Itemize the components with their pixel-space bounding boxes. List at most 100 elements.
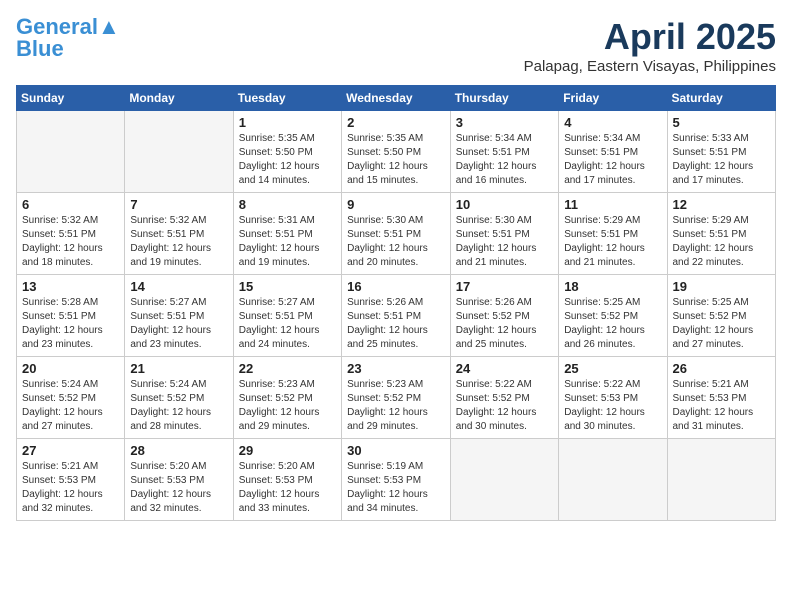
calendar-cell bbox=[125, 111, 233, 193]
calendar-cell: 5 Sunrise: 5:33 AMSunset: 5:51 PMDaylight… bbox=[667, 111, 776, 193]
calendar-cell: 10Sunrise: 5:30 AMSunset: 5:51 PMDayligh… bbox=[450, 193, 558, 275]
day-number: 21 bbox=[130, 361, 227, 376]
day-number: 11 bbox=[564, 197, 661, 212]
calendar-cell: 27 Sunrise: 5:21 AMSunset: 5:53 PMDayligh… bbox=[17, 439, 125, 521]
calendar-cell: 4 Sunrise: 5:34 AMSunset: 5:51 PMDaylight… bbox=[559, 111, 667, 193]
day-info: Sunrise: 5:35 AMSunset: 5:50 PMDaylight:… bbox=[347, 132, 445, 188]
calendar-cell: 11 Sunrise: 5:29 AMSunset: 5:51 PMDayligh… bbox=[559, 193, 667, 275]
calendar-cell: 14 Sunrise: 5:27 AMSunset: 5:51 PMDayligh… bbox=[125, 275, 233, 357]
calendar-cell: 1Sunrise: 5:35 AMSunset: 5:50 PMDaylight… bbox=[233, 111, 341, 193]
day-info: Sunrise: 5:23 AMSunset: 5:52 PMDaylight:… bbox=[347, 378, 445, 434]
calendar-cell: 24 Sunrise: 5:22 AMSunset: 5:52 PMDayligh… bbox=[450, 357, 558, 439]
day-number: 7 bbox=[130, 197, 227, 212]
day-number: 24 bbox=[456, 361, 553, 376]
day-info: Sunrise: 5:33 AMSunset: 5:51 PMDaylight:… bbox=[673, 132, 771, 188]
calendar-table: SundayMondayTuesdayWednesdayThursdayFrid… bbox=[16, 85, 776, 521]
calendar-cell: 13 Sunrise: 5:28 AMSunset: 5:51 PMDayligh… bbox=[17, 275, 125, 357]
location-title: Palapag, Eastern Visayas, Philippines bbox=[524, 58, 776, 75]
day-info: Sunrise: 5:24 AMSunset: 5:52 PMDaylight:… bbox=[130, 378, 227, 434]
day-number: 3 bbox=[456, 115, 553, 130]
day-info: Sunrise: 5:26 AMSunset: 5:52 PMDaylight:… bbox=[456, 296, 553, 352]
calendar-cell: 30Sunrise: 5:19 AMSunset: 5:53 PMDayligh… bbox=[342, 439, 451, 521]
day-info: Sunrise: 5:20 AMSunset: 5:53 PMDaylight:… bbox=[130, 460, 227, 516]
title-area: April 2025 Palapag, Eastern Visayas, Phi… bbox=[524, 16, 776, 75]
calendar-cell bbox=[17, 111, 125, 193]
calendar-cell: 17 Sunrise: 5:26 AMSunset: 5:52 PMDayligh… bbox=[450, 275, 558, 357]
day-number: 27 bbox=[22, 443, 119, 458]
calendar-cell bbox=[667, 439, 776, 521]
calendar-cell: 22Sunrise: 5:23 AMSunset: 5:52 PMDayligh… bbox=[233, 357, 341, 439]
weekday-header: Saturday bbox=[667, 86, 776, 111]
weekday-header: Sunday bbox=[17, 86, 125, 111]
day-info: Sunrise: 5:27 AMSunset: 5:51 PMDaylight:… bbox=[239, 296, 336, 352]
day-info: Sunrise: 5:30 AMSunset: 5:51 PMDaylight:… bbox=[456, 214, 553, 270]
day-number: 25 bbox=[564, 361, 661, 376]
day-info: Sunrise: 5:34 AMSunset: 5:51 PMDaylight:… bbox=[564, 132, 661, 188]
calendar-cell: 28 Sunrise: 5:20 AMSunset: 5:53 PMDayligh… bbox=[125, 439, 233, 521]
logo-blue-text: Blue bbox=[16, 36, 64, 61]
day-number: 4 bbox=[564, 115, 661, 130]
day-number: 9 bbox=[347, 197, 445, 212]
day-number: 28 bbox=[130, 443, 227, 458]
page-header: General▲ Blue April 2025 Palapag, Easter… bbox=[16, 16, 776, 75]
day-number: 5 bbox=[673, 115, 771, 130]
calendar-week-row: 27 Sunrise: 5:21 AMSunset: 5:53 PMDayligh… bbox=[17, 439, 776, 521]
day-info: Sunrise: 5:20 AMSunset: 5:53 PMDaylight:… bbox=[239, 460, 336, 516]
logo-text: General▲ Blue bbox=[16, 16, 120, 60]
day-number: 6 bbox=[22, 197, 119, 212]
calendar-cell: 23 Sunrise: 5:23 AMSunset: 5:52 PMDayligh… bbox=[342, 357, 451, 439]
day-info: Sunrise: 5:34 AMSunset: 5:51 PMDaylight:… bbox=[456, 132, 553, 188]
logo: General▲ Blue bbox=[16, 16, 120, 60]
calendar-week-row: 6Sunrise: 5:32 AMSunset: 5:51 PMDaylight… bbox=[17, 193, 776, 275]
day-info: Sunrise: 5:35 AMSunset: 5:50 PMDaylight:… bbox=[239, 132, 336, 188]
calendar-cell: 8 Sunrise: 5:31 AMSunset: 5:51 PMDaylight… bbox=[233, 193, 341, 275]
day-number: 2 bbox=[347, 115, 445, 130]
day-info: Sunrise: 5:29 AMSunset: 5:51 PMDaylight:… bbox=[564, 214, 661, 270]
day-info: Sunrise: 5:25 AMSunset: 5:52 PMDaylight:… bbox=[673, 296, 771, 352]
day-info: Sunrise: 5:24 AMSunset: 5:52 PMDaylight:… bbox=[22, 378, 119, 434]
calendar-week-row: 20Sunrise: 5:24 AMSunset: 5:52 PMDayligh… bbox=[17, 357, 776, 439]
day-number: 16 bbox=[347, 279, 445, 294]
day-number: 8 bbox=[239, 197, 336, 212]
calendar-cell: 3 Sunrise: 5:34 AMSunset: 5:51 PMDaylight… bbox=[450, 111, 558, 193]
day-number: 14 bbox=[130, 279, 227, 294]
day-info: Sunrise: 5:28 AMSunset: 5:51 PMDaylight:… bbox=[22, 296, 119, 352]
calendar-cell bbox=[559, 439, 667, 521]
calendar-cell: 2 Sunrise: 5:35 AMSunset: 5:50 PMDaylight… bbox=[342, 111, 451, 193]
weekday-header: Tuesday bbox=[233, 86, 341, 111]
weekday-header: Thursday bbox=[450, 86, 558, 111]
day-info: Sunrise: 5:21 AMSunset: 5:53 PMDaylight:… bbox=[22, 460, 119, 516]
calendar-cell: 20Sunrise: 5:24 AMSunset: 5:52 PMDayligh… bbox=[17, 357, 125, 439]
calendar-cell: 18 Sunrise: 5:25 AMSunset: 5:52 PMDayligh… bbox=[559, 275, 667, 357]
calendar-cell: 19 Sunrise: 5:25 AMSunset: 5:52 PMDayligh… bbox=[667, 275, 776, 357]
day-info: Sunrise: 5:22 AMSunset: 5:53 PMDaylight:… bbox=[564, 378, 661, 434]
day-info: Sunrise: 5:25 AMSunset: 5:52 PMDaylight:… bbox=[564, 296, 661, 352]
day-number: 19 bbox=[673, 279, 771, 294]
calendar-cell: 21 Sunrise: 5:24 AMSunset: 5:52 PMDayligh… bbox=[125, 357, 233, 439]
day-number: 13 bbox=[22, 279, 119, 294]
day-number: 17 bbox=[456, 279, 553, 294]
logo-blue: ▲ bbox=[98, 14, 120, 39]
day-info: Sunrise: 5:27 AMSunset: 5:51 PMDaylight:… bbox=[130, 296, 227, 352]
day-info: Sunrise: 5:31 AMSunset: 5:51 PMDaylight:… bbox=[239, 214, 336, 270]
day-number: 18 bbox=[564, 279, 661, 294]
calendar-cell: 15 Sunrise: 5:27 AMSunset: 5:51 PMDayligh… bbox=[233, 275, 341, 357]
day-info: Sunrise: 5:29 AMSunset: 5:51 PMDaylight:… bbox=[673, 214, 771, 270]
calendar-week-row: 1Sunrise: 5:35 AMSunset: 5:50 PMDaylight… bbox=[17, 111, 776, 193]
calendar-cell: 16 Sunrise: 5:26 AMSunset: 5:51 PMDayligh… bbox=[342, 275, 451, 357]
day-info: Sunrise: 5:21 AMSunset: 5:53 PMDaylight:… bbox=[673, 378, 771, 434]
day-number: 29 bbox=[239, 443, 336, 458]
calendar-header-row: SundayMondayTuesdayWednesdayThursdayFrid… bbox=[17, 86, 776, 111]
day-number: 15 bbox=[239, 279, 336, 294]
weekday-header: Wednesday bbox=[342, 86, 451, 111]
calendar-cell: 12Sunrise: 5:29 AMSunset: 5:51 PMDayligh… bbox=[667, 193, 776, 275]
calendar-cell bbox=[450, 439, 558, 521]
day-number: 23 bbox=[347, 361, 445, 376]
day-number: 26 bbox=[673, 361, 771, 376]
day-info: Sunrise: 5:26 AMSunset: 5:51 PMDaylight:… bbox=[347, 296, 445, 352]
day-info: Sunrise: 5:22 AMSunset: 5:52 PMDaylight:… bbox=[456, 378, 553, 434]
weekday-header: Monday bbox=[125, 86, 233, 111]
day-number: 30 bbox=[347, 443, 445, 458]
calendar-week-row: 13 Sunrise: 5:28 AMSunset: 5:51 PMDayligh… bbox=[17, 275, 776, 357]
calendar-cell: 7Sunrise: 5:32 AMSunset: 5:51 PMDaylight… bbox=[125, 193, 233, 275]
